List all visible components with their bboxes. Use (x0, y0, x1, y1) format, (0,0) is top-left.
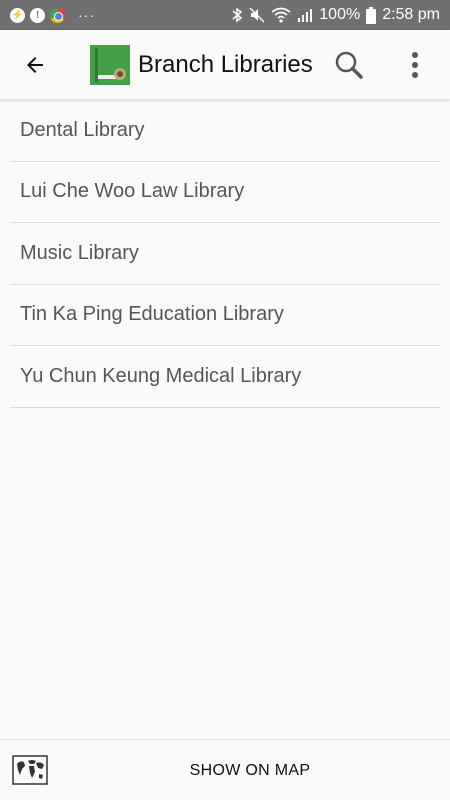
app-bar: Branch Libraries (0, 30, 450, 100)
wifi-icon (271, 7, 291, 23)
notification-icons: ⚡ ! ··· (10, 7, 95, 23)
search-button[interactable] (326, 42, 372, 88)
world-map-icon (12, 755, 48, 785)
search-icon (335, 51, 363, 79)
overflow-menu-button[interactable] (392, 42, 438, 88)
show-on-map-button[interactable]: SHOW ON MAP (140, 740, 360, 800)
map-button[interactable] (10, 750, 50, 790)
chrome-icon (50, 7, 65, 23)
messenger-icon: ⚡ (10, 7, 25, 23)
battery-percent: 100% (319, 6, 361, 23)
list-item-label: Yu Chun Keung Medical Library (20, 364, 302, 387)
more-notifications-icon: ··· (78, 7, 95, 23)
status-bar: ⚡ ! ··· 100% 2:58 pm (0, 0, 450, 30)
clock: 2:58 pm (382, 6, 440, 23)
list-item-label: Tin Ka Ping Education Library (20, 303, 284, 326)
list-item-label: Dental Library (20, 118, 145, 141)
back-button[interactable] (0, 30, 70, 100)
library-list: Dental Library Lui Che Woo Law Library M… (10, 100, 440, 408)
list-item-label: Lui Che Woo Law Library (20, 180, 245, 203)
page-title: Branch Libraries (138, 50, 313, 78)
list-item-dental-library[interactable]: Dental Library (10, 100, 440, 162)
bluetooth-icon (231, 7, 243, 23)
mute-icon (249, 7, 265, 23)
list-item-music-library[interactable]: Music Library (10, 223, 440, 285)
arrow-back-icon (27, 56, 43, 73)
list-item-education-library[interactable]: Tin Ka Ping Education Library (10, 285, 440, 346)
list-item-law-library[interactable]: Lui Che Woo Law Library (10, 162, 440, 223)
battery-icon (366, 6, 377, 24)
bottom-bar: SHOW ON MAP (0, 739, 450, 800)
list-item-medical-library[interactable]: Yu Chun Keung Medical Library (10, 346, 440, 408)
app-logo (90, 44, 130, 85)
list-item-label: Music Library (20, 241, 139, 264)
more-vert-icon (412, 52, 418, 78)
alert-icon: ! (30, 7, 45, 23)
signal-icon (297, 7, 313, 23)
